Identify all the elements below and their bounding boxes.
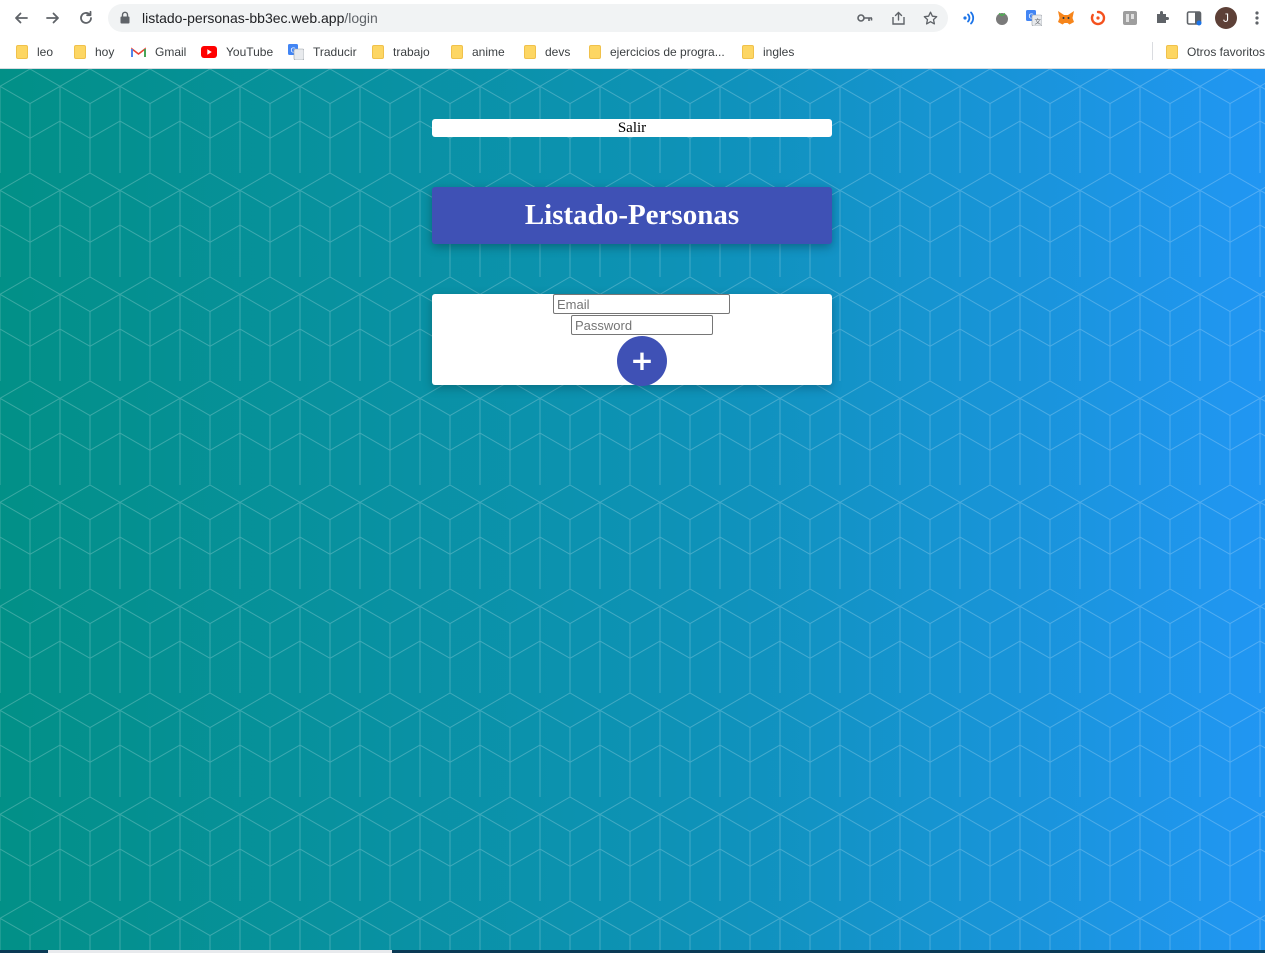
bookmark-traducir[interactable]: G Traducir (288, 42, 357, 62)
bookmark-label: trabajo (393, 45, 430, 59)
bookmark-label: anime (472, 45, 505, 59)
page-title: Listado-Personas (524, 199, 740, 231)
url-path: /login (344, 10, 378, 26)
page-background: Salir Listado-Personas + (0, 69, 1265, 950)
forward-arrow-icon[interactable] (41, 6, 65, 30)
url-host: listado-personas-bb3ec.web.app (142, 10, 345, 26)
side-panel-icon[interactable] (1184, 8, 1204, 28)
key-icon[interactable] (856, 9, 874, 27)
browser-menu-icon[interactable] (1249, 8, 1265, 28)
password-input[interactable] (571, 315, 713, 335)
bookmark-label: leo (37, 45, 54, 59)
bookmark-label: ejercicios de progra... (610, 45, 725, 59)
wifi-extension-icon[interactable] (960, 8, 980, 28)
bookmark-leo[interactable]: leo (16, 42, 53, 62)
metamask-fox-icon[interactable] (1056, 8, 1076, 28)
folder-icon (372, 45, 384, 59)
orange-ring-extension-icon[interactable] (1088, 8, 1108, 28)
folder-icon (451, 45, 463, 59)
puzzle-extensions-icon[interactable] (1152, 8, 1172, 28)
bookmarks-separator (1152, 42, 1153, 60)
folder-icon (74, 45, 86, 59)
bookmark-label: YouTube (226, 45, 274, 59)
bookmark-anime[interactable]: anime (451, 42, 505, 62)
bookmark-label: ingles (763, 45, 795, 59)
folder-icon (16, 45, 28, 59)
folder-icon (1166, 45, 1178, 59)
bookmark-ejercicios[interactable]: ejercicios de progra... (589, 42, 725, 62)
title-card: Listado-Personas (432, 187, 832, 244)
bookmark-gmail[interactable]: Gmail (131, 42, 186, 62)
bookmark-otros-favoritos[interactable]: Otros favoritos (1166, 42, 1265, 62)
bookmarks-bar: leo hoy Gmail YouTube G Traducir trabajo… (0, 36, 1265, 69)
address-bar[interactable]: listado-personas-bb3ec.web.app/login (108, 4, 948, 32)
bookmark-label: hoy (95, 45, 115, 59)
bookmark-label: Traducir (313, 45, 357, 59)
translate-icon: G (288, 44, 304, 60)
bookmark-label: Otros favoritos (1187, 45, 1265, 59)
tomato-extension-icon[interactable] (992, 8, 1012, 28)
gray-square-extension-icon[interactable] (1120, 8, 1140, 28)
bookmark-hoy[interactable]: hoy (74, 42, 114, 62)
lock-icon (120, 11, 130, 29)
login-form: + (432, 294, 832, 386)
url-text[interactable]: listado-personas-bb3ec.web.app/login (142, 10, 378, 26)
gmail-icon (131, 46, 146, 58)
star-icon[interactable] (921, 9, 939, 27)
youtube-icon (201, 46, 217, 58)
share-icon[interactable] (889, 9, 907, 27)
profile-avatar[interactable]: J (1215, 7, 1237, 29)
browser-toolbar: listado-personas-bb3ec.web.app/login G文 … (0, 0, 1265, 36)
folder-icon (742, 45, 754, 59)
folder-icon (524, 45, 536, 59)
reload-icon[interactable] (74, 6, 98, 30)
bookmark-youtube[interactable]: YouTube (201, 42, 273, 62)
bookmark-trabajo[interactable]: trabajo (372, 42, 430, 62)
bookmark-ingles[interactable]: ingles (742, 42, 794, 62)
back-arrow-icon[interactable] (9, 6, 33, 30)
bookmark-devs[interactable]: devs (524, 42, 570, 62)
bookmark-label: devs (545, 45, 571, 59)
bookmark-label: Gmail (155, 45, 187, 59)
email-input[interactable] (553, 294, 730, 314)
logout-button[interactable]: Salir (432, 119, 832, 137)
login-submit-button[interactable]: + (617, 336, 667, 386)
folder-icon (589, 45, 601, 59)
svg-text:文: 文 (1035, 17, 1042, 26)
translate-extension-icon[interactable]: G文 (1024, 8, 1044, 28)
